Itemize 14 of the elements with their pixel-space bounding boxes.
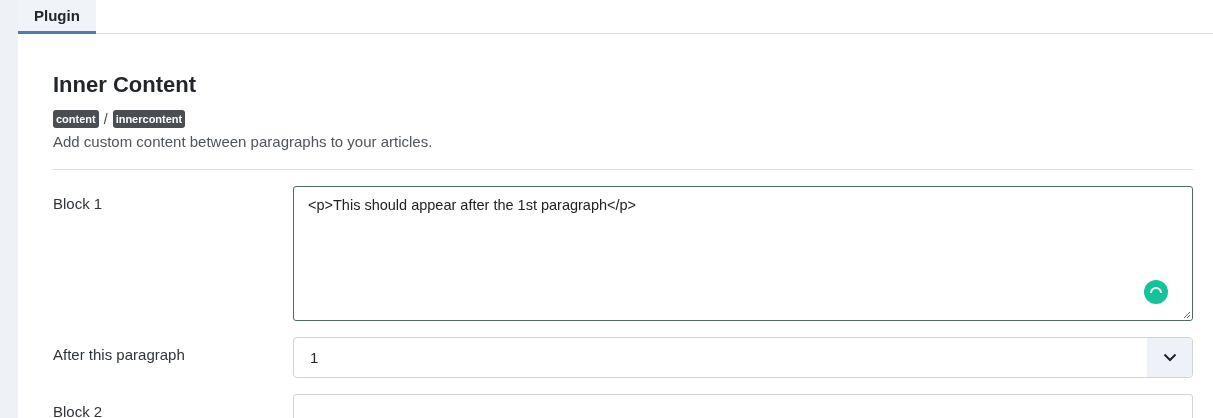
plugin-title: Inner Content: [53, 72, 197, 98]
plugin-tab[interactable]: Plugin: [18, 0, 96, 34]
field-label: After this paragraph: [53, 345, 186, 365]
tag-separator: /: [103, 111, 108, 127]
resize-handle-icon[interactable]: [1183, 311, 1191, 319]
field-label: Block 1: [53, 194, 104, 214]
field-label: Block 2: [53, 402, 104, 418]
tag-label: content: [53, 110, 99, 128]
select-field[interactable]: 1: [293, 337, 1193, 378]
plugin-description: Add custom content between paragraphs to your articles.: [53, 133, 434, 150]
status-icon[interactable]: [1144, 280, 1168, 304]
tag-label: innercontent: [112, 110, 186, 128]
text-area[interactable]: <p>This should appear after the 1st paragraph</p>: [293, 186, 1193, 321]
caret-icon: [1162, 353, 1177, 362]
